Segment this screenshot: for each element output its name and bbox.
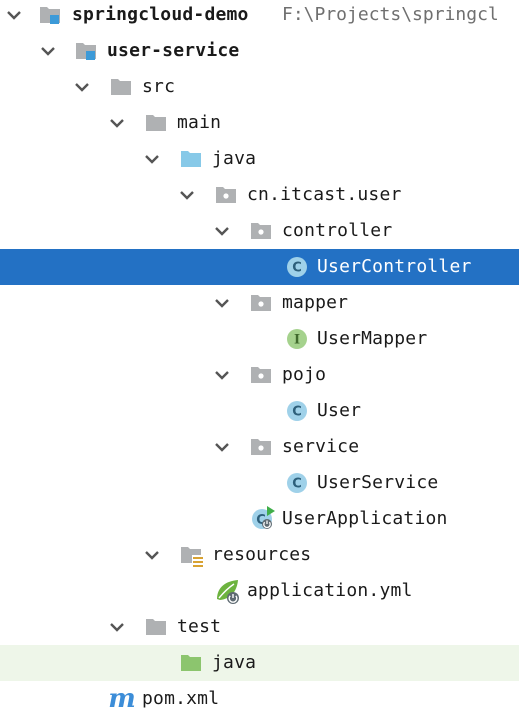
tree-row-springcloud-demo[interactable]: springcloud-demo F:\Projects\springcl — [0, 0, 519, 33]
tree-row-user-mapper[interactable]: I UserMapper — [0, 321, 519, 357]
chevron-down-icon[interactable] — [142, 149, 162, 169]
tree-row-user-service-class[interactable]: C UserService — [0, 465, 519, 501]
folder-icon — [144, 615, 168, 639]
tree-row-controller[interactable]: controller — [0, 213, 519, 249]
svg-text:C: C — [292, 261, 302, 276]
tree-label: resources — [212, 544, 312, 565]
tree-label: controller — [282, 220, 393, 241]
chevron-down-icon[interactable] — [72, 77, 92, 97]
svg-text:m: m — [109, 685, 135, 713]
tree-label: src — [142, 76, 176, 97]
class-icon: C — [285, 471, 309, 495]
package-icon — [249, 435, 273, 459]
chevron-down-icon[interactable] — [212, 365, 232, 385]
class-icon: C — [285, 399, 309, 423]
tree-row-test-java[interactable]: java — [0, 645, 519, 681]
package-icon — [249, 363, 273, 387]
resources-folder-icon — [179, 543, 204, 567]
tree-row-service[interactable]: service — [0, 429, 519, 465]
spring-config-icon — [214, 579, 239, 604]
chevron-down-icon[interactable] — [212, 293, 232, 313]
chevron-down-icon[interactable] — [177, 185, 197, 205]
chevron-down-icon[interactable] — [107, 617, 127, 637]
module-folder-icon — [74, 39, 98, 63]
tree-row-user-controller[interactable]: C UserController — [0, 249, 519, 285]
tree-row-user-service[interactable]: user-service — [0, 33, 519, 69]
tree-row-java[interactable]: java — [0, 141, 519, 177]
tree-row-user-application[interactable]: C UserApplication — [0, 501, 519, 537]
chevron-down-icon[interactable] — [38, 41, 58, 61]
tree-row-pom[interactable]: m pom.xml — [0, 681, 519, 717]
tree-label: main — [177, 112, 222, 133]
tree-label: pojo — [282, 364, 327, 385]
chevron-down-icon[interactable] — [212, 437, 232, 457]
chevron-down-icon[interactable] — [142, 545, 162, 565]
tree-row-test[interactable]: test — [0, 609, 519, 645]
class-icon: C — [285, 255, 309, 279]
tree-row-resources[interactable]: resources — [0, 537, 519, 573]
tree-label: java — [212, 148, 257, 169]
chevron-down-icon[interactable] — [4, 5, 24, 25]
chevron-down-icon[interactable] — [212, 221, 232, 241]
tree-label: application.yml — [247, 580, 413, 601]
tree-label: service — [282, 436, 360, 457]
svg-text:C: C — [292, 405, 302, 420]
package-icon — [249, 291, 273, 315]
spring-boot-application-icon: C — [250, 506, 275, 531]
module-folder-icon — [38, 3, 62, 27]
tree-row-package[interactable]: cn.itcast.user — [0, 177, 519, 213]
tree-label: pom.xml — [142, 688, 220, 709]
tree-row-mapper[interactable]: mapper — [0, 285, 519, 321]
tree-label: UserController — [317, 256, 472, 277]
tree-label: user-service — [107, 40, 240, 61]
source-folder-icon — [179, 147, 203, 171]
tree-label: UserApplication — [282, 508, 448, 529]
test-source-folder-icon — [179, 651, 203, 675]
tree-label: cn.itcast.user — [247, 184, 402, 205]
tree-label: User — [317, 400, 362, 421]
folder-icon — [109, 75, 133, 99]
tree-row-src[interactable]: src — [0, 69, 519, 105]
tree-row-application-yml[interactable]: application.yml — [0, 573, 519, 609]
tree-label: UserService — [317, 472, 439, 493]
svg-text:I: I — [294, 333, 300, 348]
tree-row-user[interactable]: C User — [0, 393, 519, 429]
tree-label: test — [177, 616, 222, 637]
package-icon — [214, 183, 238, 207]
folder-icon — [144, 111, 168, 135]
chevron-down-icon[interactable] — [107, 113, 127, 133]
svg-text:C: C — [292, 477, 302, 492]
tree-row-pojo[interactable]: pojo — [0, 357, 519, 393]
tree-label: springcloud-demo — [72, 4, 249, 25]
tree-row-main[interactable]: main — [0, 105, 519, 141]
project-tree: springcloud-demo F:\Projects\springcl us… — [0, 0, 519, 719]
tree-label: java — [212, 652, 257, 673]
project-path: F:\Projects\springcl — [282, 4, 499, 25]
tree-label: mapper — [282, 292, 349, 313]
maven-icon: m — [109, 685, 135, 713]
interface-icon: I — [285, 327, 309, 351]
tree-label: UserMapper — [317, 328, 428, 349]
package-icon — [249, 219, 273, 243]
